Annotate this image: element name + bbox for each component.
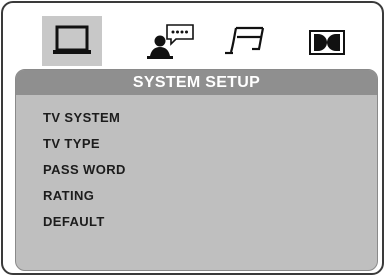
tab-dolby-setup[interactable] (297, 16, 357, 66)
setup-menu-window: SYSTEM SETUP TV SYSTEM TV TYPE PASS WORD… (1, 1, 384, 275)
language-speaker-icon (147, 24, 194, 59)
tab-audio-setup[interactable] (215, 16, 275, 66)
menu-item-default[interactable]: DEFAULT (43, 215, 126, 241)
system-setup-panel: SYSTEM SETUP TV SYSTEM TV TYPE PASS WORD… (15, 69, 378, 271)
menu-item-tv-system[interactable]: TV SYSTEM (43, 111, 126, 137)
tab-system-setup[interactable] (42, 16, 102, 66)
music-note-icon (225, 26, 265, 55)
menu-item-rating[interactable]: RATING (43, 189, 126, 215)
tv-icon (53, 25, 91, 54)
dolby-icon (309, 30, 345, 55)
panel-title: SYSTEM SETUP (16, 70, 377, 95)
menu-list: TV SYSTEM TV TYPE PASS WORD RATING DEFAU… (43, 111, 126, 241)
menu-item-tv-type[interactable]: TV TYPE (43, 137, 126, 163)
tab-language-setup[interactable] (133, 16, 201, 66)
menu-item-password[interactable]: PASS WORD (43, 163, 126, 189)
